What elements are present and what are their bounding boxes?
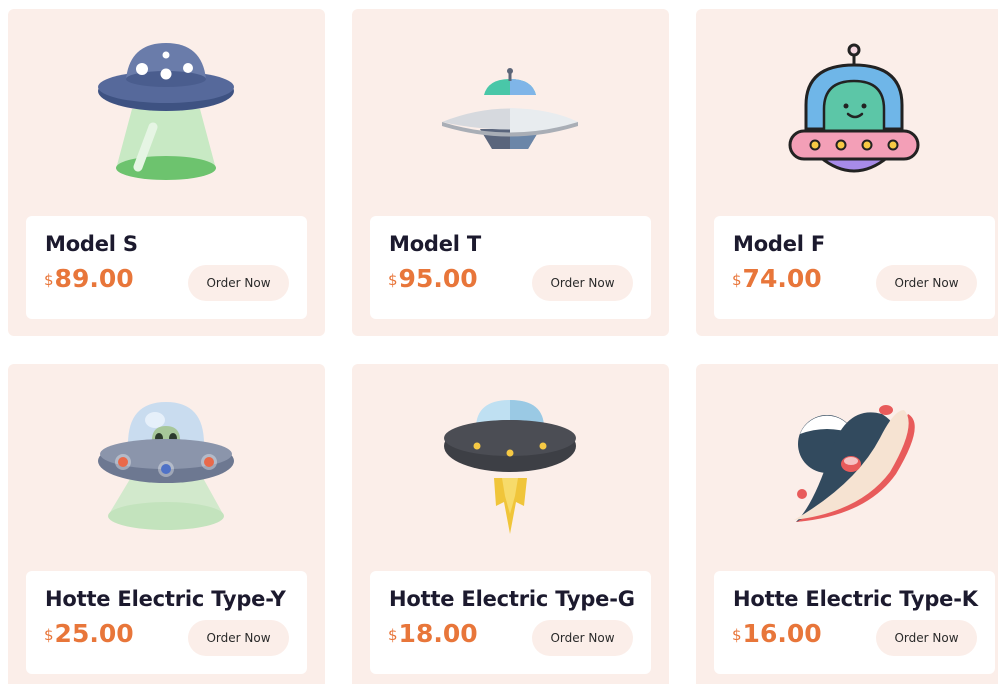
order-now-button[interactable]: Order Now: [876, 265, 977, 301]
order-now-button[interactable]: Order Now: [532, 265, 633, 301]
currency-symbol: $: [388, 271, 398, 289]
price-amount: 18.00: [398, 619, 478, 648]
flying-saucer-icon: [442, 68, 578, 149]
currency-symbol: $: [732, 271, 742, 289]
product-info: Hotte Electric Type-G $18.00 Order Now: [370, 571, 651, 674]
product-card-hotte-electric-type-y: Hotte Electric Type-Y $25.00 Order Now: [8, 364, 325, 684]
currency-symbol: $: [732, 626, 742, 644]
order-now-button[interactable]: Order Now: [188, 620, 289, 656]
product-info: Hotte Electric Type-Y $25.00 Order Now: [26, 571, 307, 674]
product-info: Hotte Electric Type-K $16.00 Order Now: [714, 571, 995, 674]
currency-symbol: $: [44, 271, 54, 289]
product-info: Model S $89.00 Order Now: [26, 216, 307, 319]
product-name: Hotte Electric Type-K: [733, 587, 978, 611]
product-name: Hotte Electric Type-G: [389, 587, 635, 611]
product-image: [8, 364, 325, 569]
product-info: Model T $95.00 Order Now: [370, 216, 651, 319]
product-grid: Model S $89.00 Order Now Model T $95.00 …: [0, 0, 998, 684]
order-now-button[interactable]: Order Now: [876, 620, 977, 656]
product-image: [352, 364, 669, 569]
product-name: Model T: [389, 232, 482, 256]
product-name: Hotte Electric Type-Y: [45, 587, 286, 611]
product-card-hotte-electric-type-g: Hotte Electric Type-G $18.00 Order Now: [352, 364, 669, 684]
product-price: $74.00: [732, 264, 822, 293]
product-name: Model F: [733, 232, 826, 256]
alien-pilot-ufo-icon: [788, 43, 920, 173]
price-amount: 16.00: [742, 619, 822, 648]
product-image: [696, 9, 998, 214]
currency-symbol: $: [44, 626, 54, 644]
ufo-tractor-beam-icon: [98, 43, 234, 180]
product-card-hotte-electric-type-k: Hotte Electric Type-K $16.00 Order Now: [696, 364, 998, 684]
product-price: $18.00: [388, 619, 478, 648]
product-card-model-s: Model S $89.00 Order Now: [8, 9, 325, 336]
product-info: Model F $74.00 Order Now: [714, 216, 995, 319]
product-card-model-t: Model T $95.00 Order Now: [352, 9, 669, 336]
ufo-alien-dome-icon: [98, 402, 234, 530]
product-price: $95.00: [388, 264, 478, 293]
product-image: [8, 9, 325, 214]
order-now-button[interactable]: Order Now: [532, 620, 633, 656]
product-price: $25.00: [44, 619, 134, 648]
order-now-button[interactable]: Order Now: [188, 265, 289, 301]
ufo-rocket-flame-icon: [444, 400, 576, 534]
price-amount: 95.00: [398, 264, 478, 293]
price-amount: 25.00: [54, 619, 134, 648]
product-name: Model S: [45, 232, 138, 256]
price-amount: 89.00: [54, 264, 134, 293]
product-price: $89.00: [44, 264, 134, 293]
product-price: $16.00: [732, 619, 822, 648]
ringed-planet-icon: [794, 405, 915, 522]
currency-symbol: $: [388, 626, 398, 644]
product-image: [352, 9, 669, 214]
product-image: [696, 364, 998, 569]
price-amount: 74.00: [742, 264, 822, 293]
product-card-model-f: Model F $74.00 Order Now: [696, 9, 998, 336]
